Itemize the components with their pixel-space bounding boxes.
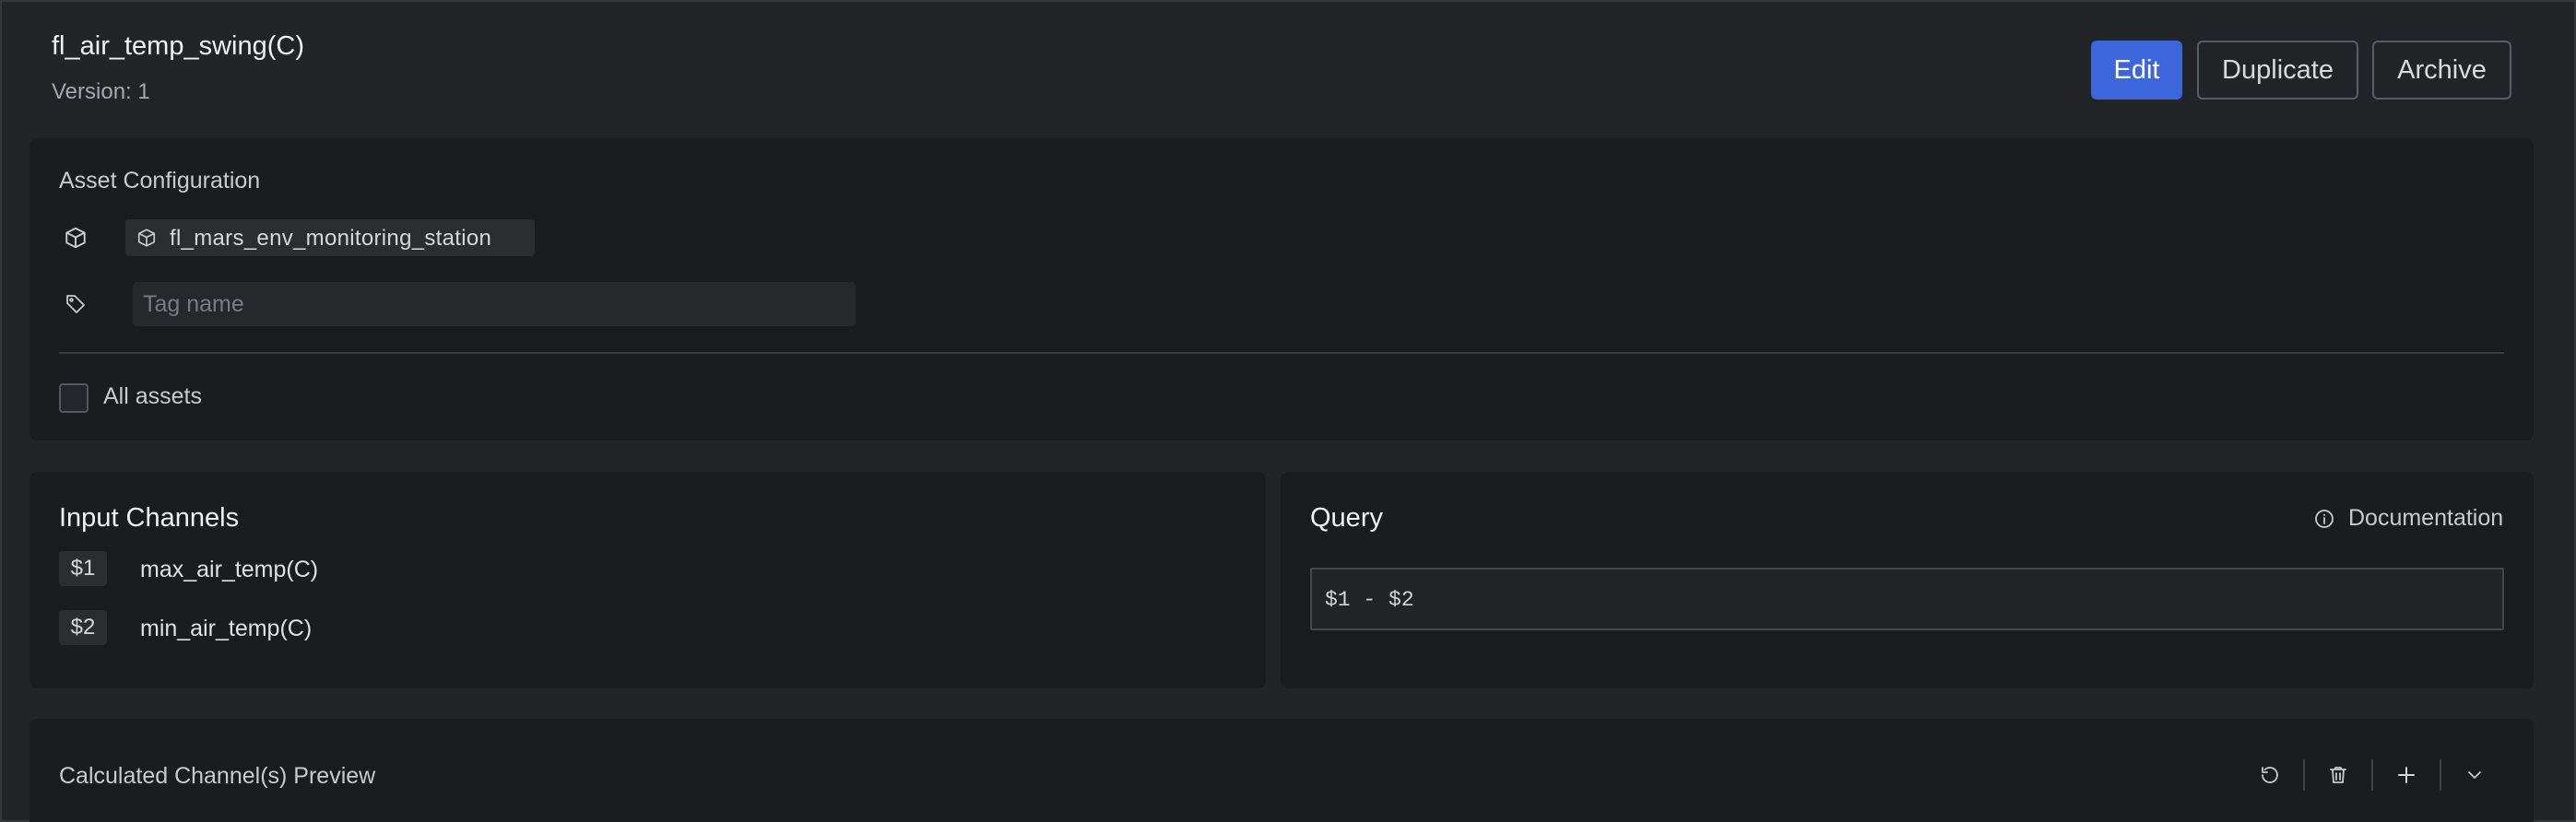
calculated-channels-preview-card: Calculated Channel(s) Preview [30,719,2534,822]
input-channels-title: Input Channels [59,503,240,533]
preview-title: Calculated Channel(s) Preview [59,763,376,789]
asset-chip-label: fl_mars_env_monitoring_station [170,226,492,251]
tag-name-input[interactable] [133,282,856,326]
asset-chip[interactable]: fl_mars_env_monitoring_station [125,219,535,256]
toolbar-separator [2440,759,2441,791]
tag-icon [63,291,89,317]
divider [59,352,2504,354]
toolbar-separator [2371,759,2373,791]
edit-button[interactable]: Edit [2091,41,2182,100]
page-title: fl_air_temp_swing(C) [52,31,304,61]
documentation-link[interactable]: Documentation [2313,505,2503,532]
plus-icon[interactable] [2384,757,2428,793]
version-label: Version: 1 [52,79,150,104]
cube-icon [136,228,157,248]
asset-configuration-card: Asset Configuration fl_mars_env_monitori… [30,138,2534,440]
refresh-icon[interactable] [2248,757,2292,793]
all-assets-checkbox[interactable] [59,383,89,413]
cube-icon [63,225,89,251]
channel-name: max_air_temp(C) [140,557,319,582]
chevron-down-icon[interactable] [2452,757,2497,793]
all-assets-label: All assets [103,383,202,409]
trash-icon[interactable] [2316,757,2360,793]
channel-var-badge: $2 [59,610,107,645]
duplicate-button[interactable]: Duplicate [2197,41,2358,100]
channel-var-badge: $1 [59,551,107,586]
query-card: Query Documentation $1 - $2 [1281,472,2534,688]
archive-button[interactable]: Archive [2372,41,2511,100]
query-title: Query [1310,503,1383,533]
preview-toolbar [2248,757,2497,793]
documentation-label: Documentation [2348,505,2504,531]
channel-name: min_air_temp(C) [140,616,313,641]
asset-configuration-title: Asset Configuration [59,168,261,194]
query-editor[interactable]: $1 - $2 [1310,568,2504,630]
info-icon [2313,508,2335,530]
toolbar-separator [2303,759,2305,791]
input-channels-card: Input Channels $1 max_air_temp(C) $2 min… [30,472,1266,688]
